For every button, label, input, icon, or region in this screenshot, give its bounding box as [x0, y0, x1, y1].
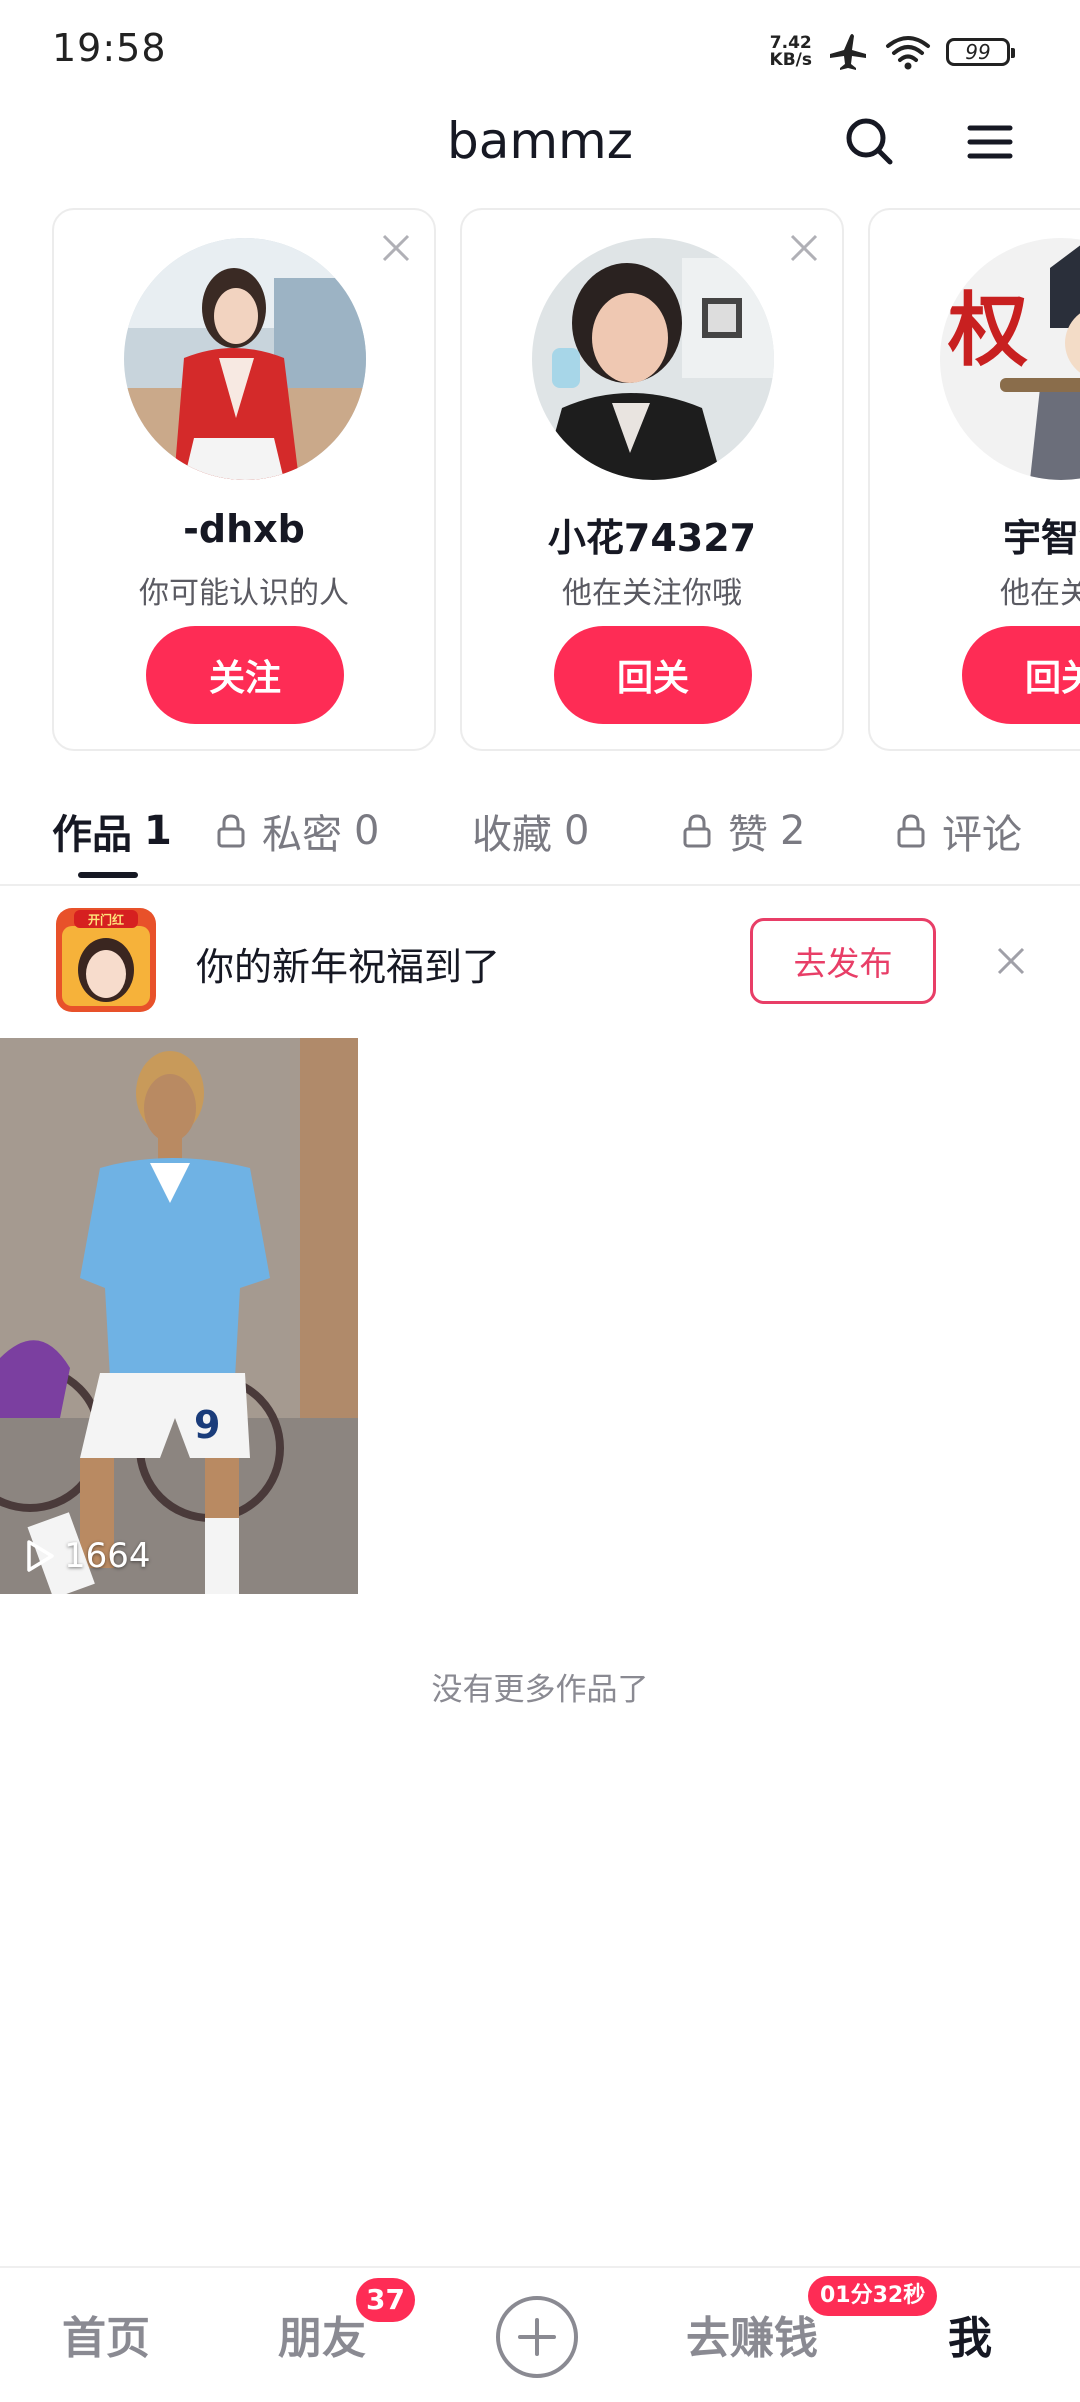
banner-thumb-label: 开门红 — [88, 912, 124, 927]
tab-label: 收藏 — [472, 812, 552, 858]
rec-card-xiaohua[interactable]: 小花74327 他在关注你哦 回关 — [460, 208, 844, 751]
rec-card-dhxb[interactable]: -dhxb 你可能认识的人 关注 — [52, 208, 436, 751]
close-icon[interactable] — [788, 232, 820, 264]
follow-back-button[interactable]: 回关 — [554, 626, 752, 724]
earn-timer-badge: 01分32秒 — [808, 2276, 938, 2316]
friends-badge: 37 — [356, 2278, 415, 2322]
rec-name[interactable]: 宇智波 — [870, 507, 1080, 562]
profile-header: bammz — [0, 100, 1080, 190]
tab-private[interactable]: 私密 0 — [216, 802, 379, 860]
svg-text:9: 9 — [194, 1403, 220, 1447]
tab-label: 私密 — [262, 812, 342, 858]
recommended-users: -dhxb 你可能认识的人 关注 小花74327 他在关注你哦 回关 权 宇智 … — [0, 208, 1080, 753]
search-icon[interactable] — [840, 112, 900, 172]
nav-me[interactable]: 我 — [948, 2302, 992, 2366]
rec-subtitle: 他在关注你哦 — [562, 576, 742, 611]
tab-label: 赞 — [728, 812, 768, 858]
status-time: 19:58 — [52, 26, 167, 70]
rec-name[interactable]: -dhxb — [54, 507, 434, 551]
close-icon[interactable] — [994, 944, 1028, 978]
tab-count: 0 — [354, 808, 380, 854]
bottom-nav: 首页 朋友 37 去赚钱 01分32秒 我 — [0, 2266, 1080, 2402]
follow-back-button[interactable]: 回关 — [962, 626, 1080, 724]
profile-tabs: 作品 1 私密 0 收藏 0 赞2 评论 — [0, 780, 1080, 886]
nav-friends[interactable]: 朋友 — [278, 2302, 366, 2366]
svg-text:权: 权 — [947, 284, 1028, 377]
video-thumbnail[interactable]: 9 1664 — [0, 1038, 358, 1594]
tab-indicator — [78, 872, 138, 878]
status-icons: 7.42 KB/s 99 — [770, 30, 1015, 74]
rec-subtitle: 你可能认识的人 — [139, 576, 349, 611]
lock-icon — [217, 814, 245, 848]
menu-icon[interactable] — [960, 112, 1020, 172]
avatar[interactable]: 权 — [940, 238, 1080, 480]
banner-thumbnail: 开门红 — [56, 908, 156, 1012]
rec-name[interactable]: 小花74327 — [462, 507, 842, 562]
lock-icon — [683, 814, 711, 848]
status-bar: 19:58 7.42 KB/s 99 — [0, 0, 1080, 100]
video-play-count: 1664 — [24, 1536, 151, 1576]
battery-icon: 99 — [946, 38, 1015, 66]
tab-count: 0 — [564, 808, 590, 854]
rec-subtitle: 他在关注 — [1000, 576, 1080, 611]
page-title: bammz — [446, 112, 634, 170]
tab-label: 作品 — [52, 812, 132, 858]
close-icon[interactable] — [380, 232, 412, 264]
lock-icon — [897, 814, 925, 848]
rec-card-uchiha[interactable]: 权 宇智波 他在关注 回关 — [868, 208, 1080, 751]
new-year-banner: 开门红 你的新年祝福到了 去发布 — [0, 886, 1080, 1034]
tab-comments[interactable]: 评论 — [896, 802, 1022, 860]
tab-favorites[interactable]: 收藏 0 — [472, 802, 589, 860]
tab-works[interactable]: 作品 1 — [52, 802, 172, 860]
net-speed-unit: KB/s — [769, 50, 812, 70]
no-more-text: 没有更多作品了 — [431, 1672, 649, 1708]
publish-button[interactable]: 去发布 — [750, 918, 936, 1004]
airplane-icon — [830, 34, 866, 70]
play-count: 1664 — [64, 1536, 151, 1576]
tab-count: 1 — [144, 808, 172, 854]
tab-label: 评论 — [942, 812, 1022, 858]
net-speed: 7.42 KB/s — [770, 35, 812, 69]
tab-likes[interactable]: 赞2 — [682, 802, 805, 860]
follow-button[interactable]: 关注 — [146, 626, 344, 724]
tab-count: 2 — [780, 808, 806, 854]
nav-earn[interactable]: 去赚钱 — [686, 2302, 818, 2366]
plus-icon[interactable] — [494, 2294, 580, 2380]
play-icon — [27, 1540, 54, 1572]
wifi-icon — [886, 36, 930, 70]
banner-text: 你的新年祝福到了 — [196, 945, 501, 989]
nav-home[interactable]: 首页 — [62, 2302, 150, 2366]
avatar[interactable] — [124, 238, 366, 480]
avatar[interactable] — [532, 238, 774, 480]
